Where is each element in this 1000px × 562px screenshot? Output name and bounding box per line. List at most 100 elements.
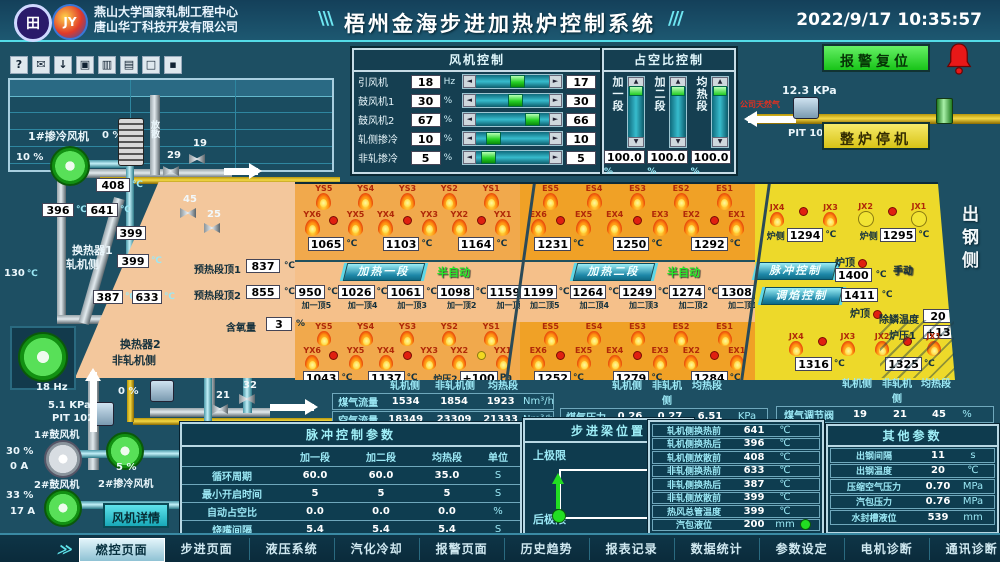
nav-tab-步进页面[interactable]: 步进页面 — [165, 538, 250, 560]
slider-thumb[interactable] — [481, 151, 496, 164]
slider-thumb[interactable] — [508, 94, 523, 107]
fan-slider[interactable]: ◄► — [462, 131, 563, 146]
burner-flame-icon[interactable] — [587, 331, 601, 346]
fan-slider[interactable]: ◄► — [462, 74, 563, 89]
blower1-icon[interactable] — [44, 440, 82, 478]
burner-flame-icon[interactable] — [717, 193, 732, 210]
burner-flame-icon[interactable] — [442, 331, 456, 346]
nav-tab-电机诊断[interactable]: 电机诊断 — [845, 538, 930, 560]
help-icon[interactable]: ? — [10, 56, 28, 74]
gas-control-valve[interactable] — [936, 98, 953, 124]
duty-down-button[interactable]: ▼ — [670, 137, 686, 147]
burner-flame-icon[interactable] — [348, 219, 363, 236]
burner-flame-icon[interactable] — [789, 341, 803, 356]
fan-slider[interactable]: ◄► — [462, 150, 563, 165]
burner-flame-icon[interactable] — [674, 193, 689, 210]
slider-right-button[interactable]: ► — [549, 132, 562, 145]
duty-slider[interactable]: ▲▼ — [669, 76, 687, 148]
slider-left-button[interactable]: ◄ — [463, 113, 476, 126]
burner-flame-icon[interactable] — [531, 219, 546, 236]
alarm-bell-icon[interactable] — [944, 42, 974, 76]
slider-right-button[interactable]: ► — [549, 94, 562, 107]
burner-flame-icon[interactable] — [422, 219, 437, 236]
burner-flame-icon[interactable] — [653, 355, 667, 370]
burner-flame-icon[interactable] — [576, 219, 591, 236]
burner-flame-icon[interactable] — [378, 219, 393, 236]
nav-tab-报警页面[interactable]: 报警页面 — [420, 538, 505, 560]
flame-adjust-banner[interactable]: 调焰控制 — [763, 287, 841, 305]
burner-flame-icon[interactable] — [729, 219, 744, 236]
burner-flame-icon[interactable] — [531, 355, 545, 370]
burner-flame-icon[interactable] — [484, 331, 498, 346]
burner-off-icon[interactable] — [858, 211, 874, 227]
burner-flame-icon[interactable] — [543, 193, 558, 210]
slider-thumb[interactable] — [510, 75, 525, 88]
fan-slider[interactable]: ◄► — [462, 93, 563, 108]
chart-icon[interactable]: ▥ — [98, 56, 116, 74]
slider-right-button[interactable]: ► — [549, 75, 562, 88]
furnace-stop-button[interactable]: 整炉停机 — [822, 122, 930, 150]
zone-banner[interactable]: 加热二段 — [573, 263, 655, 281]
burner-flame-icon[interactable] — [770, 212, 784, 227]
burner-flame-icon[interactable] — [400, 331, 414, 346]
burner-flame-icon[interactable] — [305, 355, 319, 370]
send-icon[interactable]: ✉ — [32, 56, 50, 74]
burner-flame-icon[interactable] — [316, 193, 331, 210]
fan-setpoint-input[interactable]: 5 — [411, 151, 441, 165]
burner-flame-icon[interactable] — [358, 193, 373, 210]
slider-left-button[interactable]: ◄ — [463, 151, 476, 164]
burner-flame-icon[interactable] — [359, 331, 373, 346]
download-icon[interactable]: ↓ — [54, 56, 72, 74]
burner-flame-icon[interactable] — [630, 193, 645, 210]
burner-flame-icon[interactable] — [349, 355, 363, 370]
slider-left-button[interactable]: ◄ — [463, 132, 476, 145]
nav-tab-报表记录[interactable]: 报表记录 — [590, 538, 675, 560]
burner-flame-icon[interactable] — [422, 355, 436, 370]
nav-tab-参数设定[interactable]: 参数设定 — [760, 538, 845, 560]
fan-detail-button[interactable]: 风机详情 — [103, 503, 169, 528]
nav-tab-历史趋势[interactable]: 历史趋势 — [505, 538, 590, 560]
burner-flame-icon[interactable] — [495, 219, 510, 236]
slider-thumb[interactable] — [486, 132, 501, 145]
burner-flame-icon[interactable] — [305, 219, 320, 236]
fan-slider[interactable]: ◄► — [462, 112, 563, 127]
zone-banner[interactable]: 加热一段 — [343, 263, 425, 281]
mixfan1-icon[interactable] — [50, 146, 90, 186]
report-icon[interactable]: ▤ — [120, 56, 138, 74]
duty-slider[interactable]: ▲▼ — [711, 76, 729, 148]
burner-flame-icon[interactable] — [400, 193, 415, 210]
burner-flame-icon[interactable] — [452, 219, 467, 236]
slider-right-button[interactable]: ► — [549, 151, 562, 164]
burner-flame-icon[interactable] — [608, 355, 622, 370]
pit103-instrument[interactable] — [793, 97, 819, 119]
burner-flame-icon[interactable] — [317, 331, 331, 346]
burner-flame-icon[interactable] — [442, 193, 457, 210]
idf-fan-icon[interactable] — [18, 332, 68, 382]
slider-right-button[interactable]: ► — [549, 113, 562, 126]
fan-setpoint-input[interactable]: 18 — [411, 75, 441, 89]
nav-tab-燃控页面[interactable]: 燃控页面 — [79, 538, 165, 562]
damper-actuator-icon[interactable] — [150, 380, 174, 402]
nav-tab-数据统计[interactable]: 数据统计 — [675, 538, 760, 560]
burner-flame-icon[interactable] — [823, 212, 837, 227]
nav-tab-通讯诊断[interactable]: 通讯诊断 — [930, 538, 1000, 560]
lock-icon[interactable]: ▪ — [164, 56, 182, 74]
pulse-control-banner[interactable]: 脉冲控制 — [757, 262, 835, 280]
burner-flame-icon[interactable] — [841, 341, 855, 356]
nav-tab-液压系统[interactable]: 液压系统 — [250, 538, 335, 560]
blower2-icon[interactable] — [44, 489, 82, 527]
fan-setpoint-input[interactable]: 10 — [411, 132, 441, 146]
burner-flame-icon[interactable] — [544, 331, 558, 346]
burner-flame-icon[interactable] — [653, 219, 668, 236]
burner-flame-icon[interactable] — [607, 219, 622, 236]
slider-thumb[interactable] — [525, 113, 540, 126]
alarm-reset-button[interactable]: 报警复位 — [822, 44, 930, 72]
burner-flame-icon[interactable] — [452, 355, 466, 370]
window-icon[interactable]: □ — [142, 56, 160, 74]
burner-flame-icon[interactable] — [684, 355, 698, 370]
burner-flame-icon[interactable] — [631, 331, 645, 346]
burner-flame-icon[interactable] — [379, 355, 393, 370]
slider-left-button[interactable]: ◄ — [463, 94, 476, 107]
fan-setpoint-input[interactable]: 67 — [411, 113, 441, 127]
burner-flame-icon[interactable] — [718, 331, 732, 346]
